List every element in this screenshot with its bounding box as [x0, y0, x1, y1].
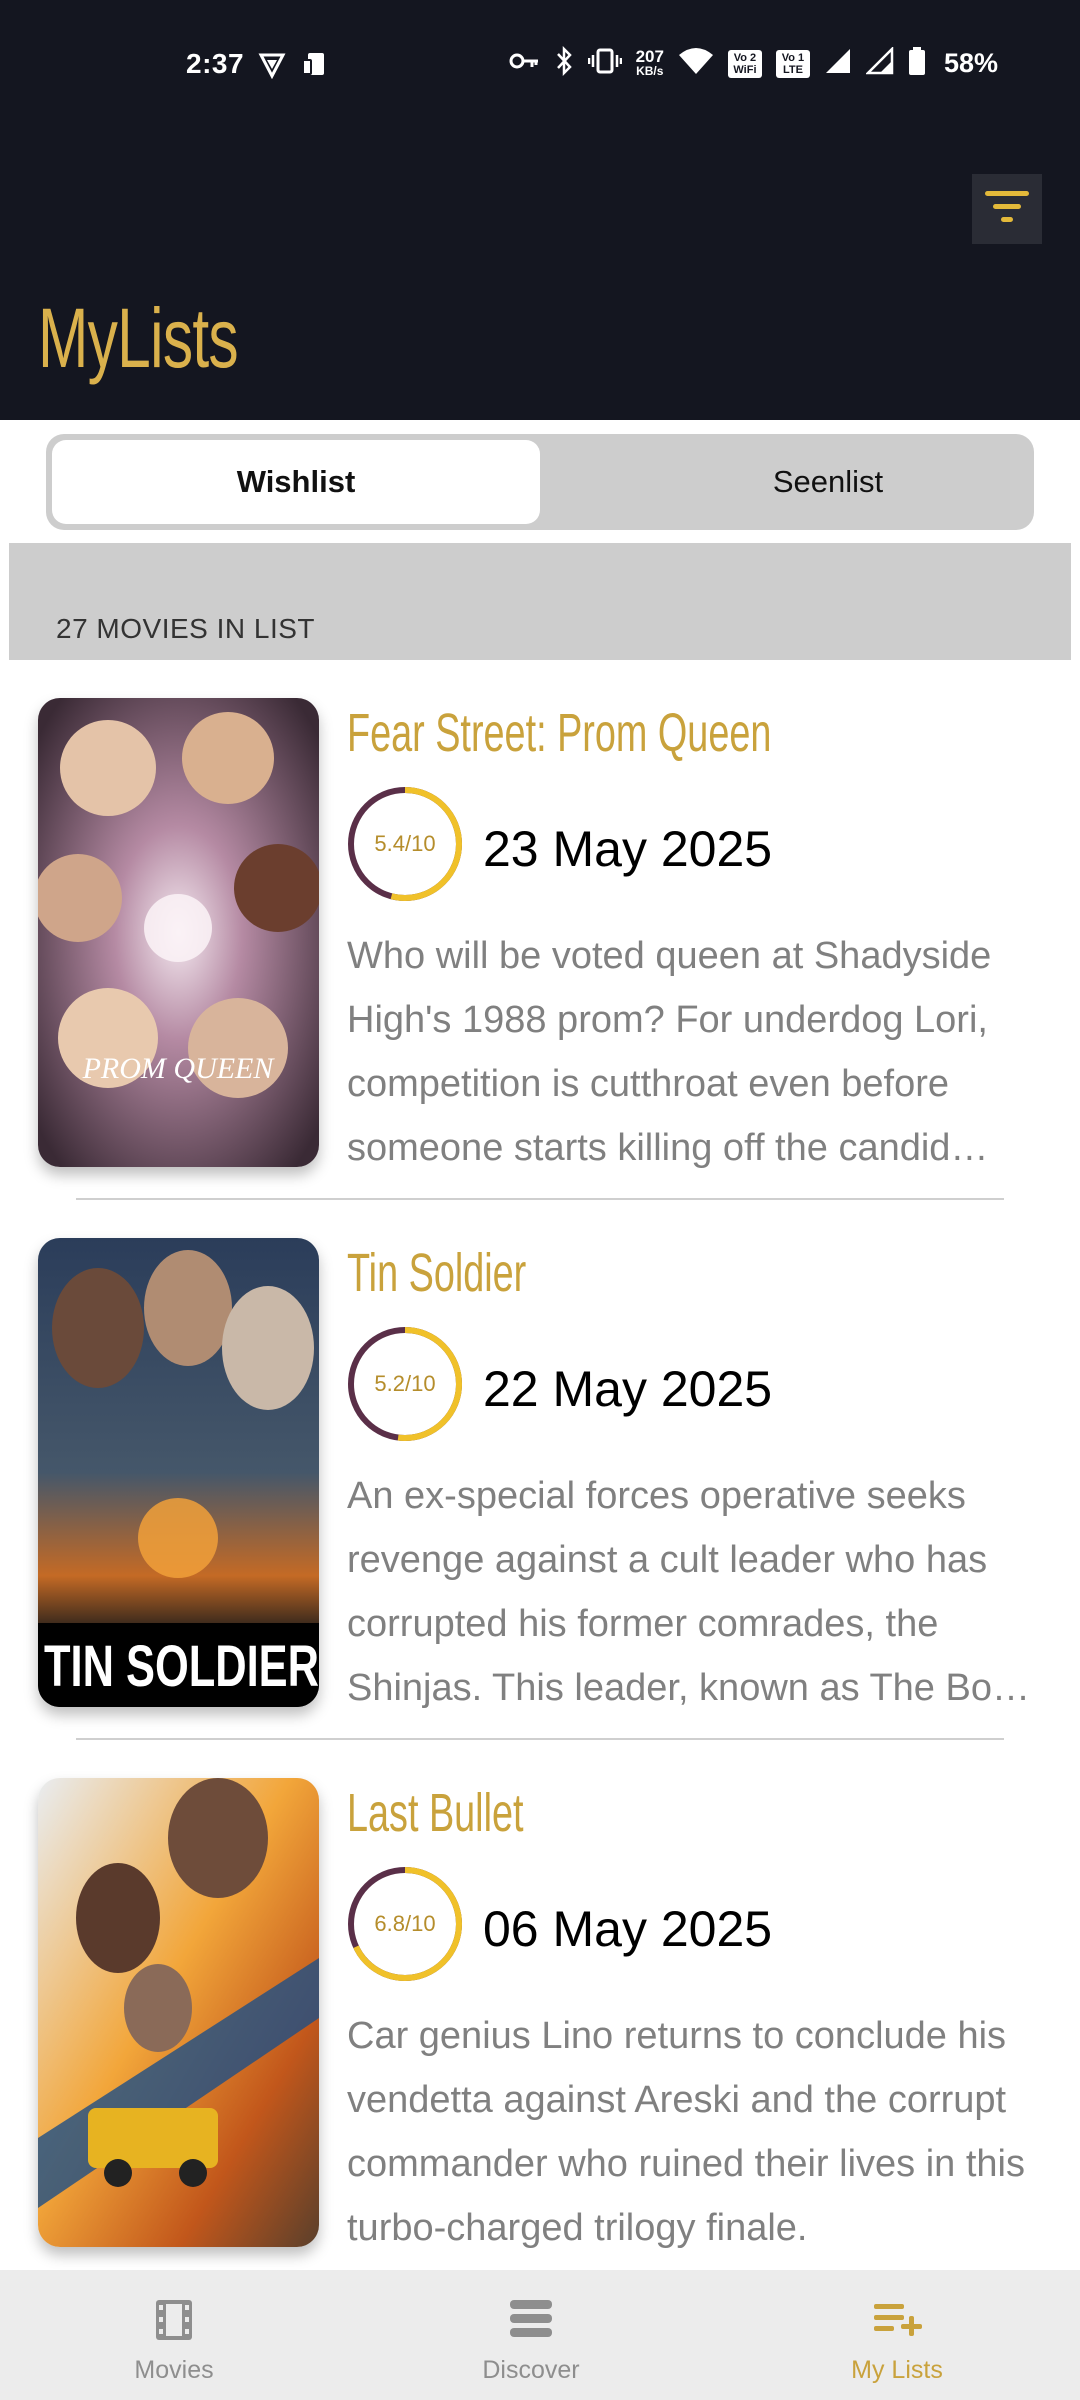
battery-percent: 58%: [943, 48, 998, 78]
list-item[interactable]: TIN SOLDIER Tin Soldier 5.2/10 22 May 20…: [0, 1200, 1080, 1740]
nav-label: My Lists: [851, 2356, 943, 2384]
filter-button[interactable]: [972, 174, 1042, 244]
movie-title[interactable]: Tin Soldier: [347, 1242, 526, 1304]
nav-movies[interactable]: Movies: [24, 2270, 324, 2400]
list-tabs: Wishlist Seenlist: [46, 434, 1034, 530]
movie-title[interactable]: Fear Street: Prom Queen: [347, 702, 771, 764]
list-header: 27 MOVIES IN LIST: [9, 543, 1071, 660]
nav-label: Discover: [482, 2356, 580, 2384]
movie-overview: An ex-special forces operative seeks rev…: [347, 1475, 1030, 1709]
rating-ring: 5.4/10: [347, 786, 463, 902]
movie-title[interactable]: Last Bullet: [347, 1782, 524, 1844]
tab-wishlist[interactable]: Wishlist: [52, 440, 540, 524]
movie-count: 27 MOVIES IN LIST: [56, 613, 316, 644]
key-icon: [508, 50, 540, 77]
poster-title: PROM QUEEN: [82, 1052, 276, 1085]
movie-overview: Car genius Lino returns to conclude his …: [347, 2015, 1025, 2249]
rating-ring: 5.2/10: [347, 1326, 463, 1442]
bluetooth-icon: [554, 45, 574, 81]
movie-list[interactable]: PROM QUEEN Fear Street: Prom Queen 5.4/1…: [0, 660, 1080, 2270]
film-icon: [154, 2298, 194, 2347]
bottom-navigation: Movies Discover My Lists: [0, 2270, 1080, 2400]
release-date: 23 May 2025: [483, 821, 773, 877]
status-time: 2:37: [186, 48, 245, 79]
vowifi-badge: Vo 2 WiFi: [727, 49, 762, 78]
battery-icon: [908, 46, 926, 81]
list-item[interactable]: PROM QUEEN Fear Street: Prom Queen 5.4/1…: [0, 660, 1080, 1200]
net-speed: 207 KB/s: [635, 46, 664, 78]
tab-seenlist[interactable]: Seenlist: [584, 440, 1072, 524]
movie-poster[interactable]: PROM QUEEN: [38, 698, 319, 1167]
vpn-shield-icon: [258, 51, 286, 84]
rating-label: 5.4/10: [374, 831, 436, 856]
app-header: MyLists: [0, 120, 1080, 420]
volte-badge: Vo 1 LTE: [775, 49, 810, 78]
nav-label: Movies: [134, 2356, 214, 2384]
playlist-add-icon: [872, 2298, 922, 2343]
nav-my-lists[interactable]: My Lists: [747, 2270, 1047, 2400]
release-date: 22 May 2025: [483, 1361, 773, 1417]
rating-label: 5.2/10: [374, 1371, 436, 1396]
nav-discover[interactable]: Discover: [381, 2270, 681, 2400]
vibrate-icon: [587, 47, 622, 80]
movie-poster[interactable]: [38, 1778, 319, 2247]
movie-overview: Who will be voted queen at Shadyside Hig…: [347, 935, 992, 1169]
signal-icon: [824, 47, 852, 80]
poster-title: TIN SOLDIER: [44, 1634, 319, 1699]
status-bar: 2:37 207 KB/s Vo 2 WiFi Vo 1 LTE 58%: [0, 0, 1080, 120]
page-title: MyLists: [38, 291, 239, 385]
list-item[interactable]: Last Bullet 6.8/10 06 May 2025 Car geniu…: [0, 1740, 1080, 2270]
discover-icon: [509, 2298, 553, 2343]
rating-label: 6.8/10: [374, 1911, 436, 1936]
movie-poster[interactable]: TIN SOLDIER: [38, 1238, 319, 1707]
release-date: 06 May 2025: [483, 1901, 773, 1957]
wifi-icon: [678, 47, 714, 80]
filter-icon: [983, 189, 1031, 230]
device-icon: [300, 50, 330, 85]
rating-ring: 6.8/10: [347, 1866, 463, 1982]
signal-icon: [864, 45, 894, 80]
